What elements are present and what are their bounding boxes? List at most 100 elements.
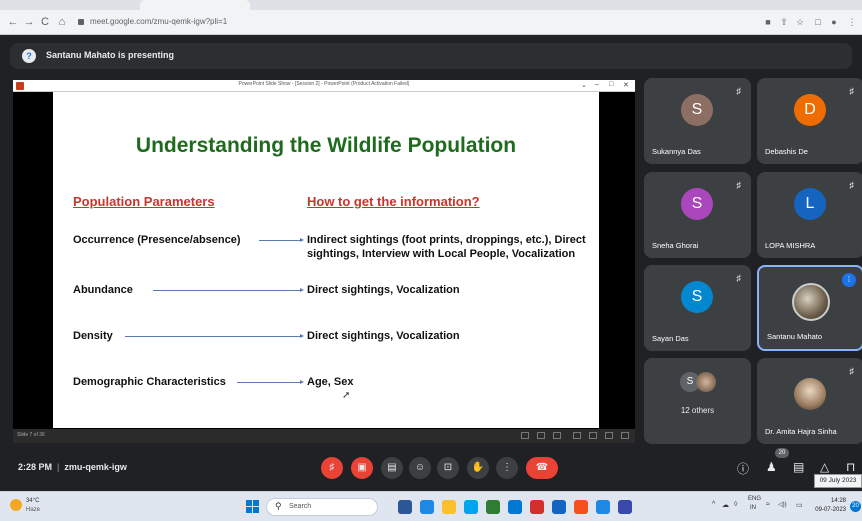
presenter-icon: ?: [22, 49, 36, 63]
avatar: S: [681, 188, 713, 220]
weather-condition: Haze: [26, 507, 41, 513]
separator: |: [57, 462, 60, 472]
language-region: IN: [750, 505, 756, 511]
taskbar-app-icon[interactable]: [618, 500, 632, 514]
search-icon: ⚲: [275, 501, 282, 511]
address-bar-row: ← → C ⌂ meet.google.com/zmu-qemk-igw?pli…: [0, 10, 862, 35]
present-button[interactable]: ⊡: [437, 457, 459, 479]
taskbar-app-icon[interactable]: [420, 500, 434, 514]
chrome-icon[interactable]: [574, 500, 588, 514]
mic-toggle-button[interactable]: ♯: [321, 457, 343, 479]
participant-tile-speaking[interactable]: ⁞ Santanu Mahato: [757, 265, 862, 351]
onedrive-icon[interactable]: ☁: [722, 501, 729, 509]
windows-start-icon[interactable]: [246, 500, 260, 514]
browser-tab[interactable]: [0, 0, 130, 10]
participant-tile[interactable]: ♯ S Sneha Ghorai: [644, 172, 751, 258]
participant-photo: [696, 372, 716, 392]
others-tile[interactable]: S 12 others: [644, 358, 751, 444]
captions-button[interactable]: ▤: [381, 457, 403, 479]
participant-tile[interactable]: ♯ S Sayan Das: [644, 265, 751, 351]
taskbar-app-icon[interactable]: [486, 500, 500, 514]
taskbar-search[interactable]: ⚲ Search: [266, 498, 378, 516]
language-indicator[interactable]: ENG: [748, 496, 761, 502]
participant-tile[interactable]: ♯ L LOPA MISHRA: [757, 172, 862, 258]
row-label-occurrence: Occurrence (Presence/absence): [73, 234, 241, 246]
powerpoint-window-title: PowerPoint Slide Show - [Session 2] - Po…: [238, 81, 410, 87]
participant-name: Debashis De: [765, 147, 808, 156]
search-placeholder: Search: [289, 503, 312, 510]
minimize-icon: –: [595, 81, 599, 88]
raise-hand-button[interactable]: ✋: [467, 457, 489, 479]
speaking-indicator-icon: ⁞: [842, 273, 856, 287]
end-call-button[interactable]: ☎: [526, 457, 558, 479]
weather-temp: 34°C: [26, 498, 40, 504]
left-column-header: Population Parameters: [73, 194, 215, 209]
taskbar-app-icon[interactable]: [596, 500, 610, 514]
tab-icon[interactable]: □: [812, 16, 824, 28]
battery-icon[interactable]: ▭: [796, 501, 803, 509]
taskbar-app-icon[interactable]: [530, 500, 544, 514]
right-column-header-text: How to get the information: [307, 194, 472, 209]
browser-tab-strip: [0, 0, 862, 10]
reload-icon[interactable]: C: [38, 15, 52, 29]
meeting-details-button[interactable]: ⓘ: [737, 460, 749, 477]
forward-icon[interactable]: →: [22, 15, 36, 29]
taskbar-app-icon[interactable]: [398, 500, 412, 514]
host-controls-button[interactable]: ⊓: [846, 460, 855, 474]
system-clock[interactable]: 14:28 09-07-2023: [812, 497, 846, 515]
arrow: [259, 238, 304, 242]
participant-tile[interactable]: ♯ D Debashis De: [757, 78, 862, 164]
presenting-banner: ? Santanu Mahato is presenting: [10, 43, 852, 69]
avatar: D: [794, 94, 826, 126]
taskbar-app-icon[interactable]: [508, 500, 522, 514]
chat-button[interactable]: ▤: [793, 460, 804, 474]
mic-off-icon: ♯: [736, 180, 742, 190]
meeting-controls-bar: 2:28 PM | zmu-qemk-igw ♯ ▣ ▤ ☺ ⊡ ✋ ⋮ ☎ ⓘ ♟…: [0, 450, 862, 486]
emoji-button[interactable]: ☺: [409, 457, 431, 479]
avatar: S: [681, 281, 713, 313]
wifi-icon[interactable]: ≈: [766, 501, 770, 508]
volume-icon[interactable]: ◁)): [778, 501, 787, 508]
more-options-button[interactable]: ⋮: [496, 457, 518, 479]
ribbon-toggle-icon: ⌄: [581, 82, 587, 89]
participant-tile[interactable]: ♯ Dr. Amita Hajra Sinha: [757, 358, 862, 444]
slide: Understanding the Wildlife Population Po…: [53, 92, 599, 428]
mic-off-icon: ♯: [849, 366, 855, 376]
url-field[interactable]: meet.google.com/zmu-qemk-igw?pli=1: [78, 14, 227, 30]
arrow: [237, 380, 304, 384]
clock-date: 09-07-2023: [815, 507, 846, 513]
word-icon[interactable]: [552, 500, 566, 514]
participant-tile[interactable]: ♯ S Sukannya Das: [644, 78, 751, 164]
avatar: S: [681, 94, 713, 126]
people-button[interactable]: ♟: [766, 460, 777, 474]
participant-name: Santanu Mahato: [767, 332, 823, 341]
profile-icon[interactable]: ●: [828, 16, 840, 28]
edge-icon[interactable]: [464, 500, 478, 514]
participant-name: Sayan Das: [652, 334, 689, 343]
clock-time: 14:28: [830, 498, 846, 504]
camera-toggle-button[interactable]: ▣: [351, 457, 373, 479]
extension-icon[interactable]: ■: [762, 16, 774, 28]
back-icon[interactable]: ←: [6, 15, 20, 29]
view-icon: [553, 432, 561, 439]
file-explorer-icon[interactable]: [442, 500, 456, 514]
view-icon: [605, 432, 613, 439]
notification-badge[interactable]: 20: [850, 501, 861, 512]
row-info-occurrence: Indirect sightings (foot prints, droppin…: [307, 234, 586, 260]
home-icon[interactable]: ⌂: [55, 15, 69, 29]
activities-button[interactable]: △: [820, 460, 829, 474]
windows-taskbar: 34°C Haze ⚲ Search ^ ☁ ◊ ENG IN ≈ ◁)) ▭ …: [0, 491, 862, 521]
tray-overflow-icon[interactable]: ^: [712, 501, 715, 508]
meeting-code: zmu-qemk-igw: [64, 462, 127, 472]
tray-icon[interactable]: ◊: [734, 501, 737, 508]
participant-name: Sukannya Das: [652, 147, 701, 156]
participant-count-badge: 20: [775, 448, 789, 458]
row-label-demographic: Demographic Characteristics: [73, 376, 226, 388]
row-info-demographic: Age, Sex: [307, 376, 354, 388]
browser-menu-icon[interactable]: ⋮: [846, 16, 858, 28]
browser-tab-active[interactable]: [140, 0, 250, 10]
share-icon[interactable]: ⇧: [778, 16, 790, 28]
shared-screen: PowerPoint Slide Show - [Session 2] - Po…: [13, 80, 635, 443]
bookmark-star-icon[interactable]: ☆: [794, 16, 806, 28]
meeting-time: 2:28 PM: [18, 462, 53, 472]
